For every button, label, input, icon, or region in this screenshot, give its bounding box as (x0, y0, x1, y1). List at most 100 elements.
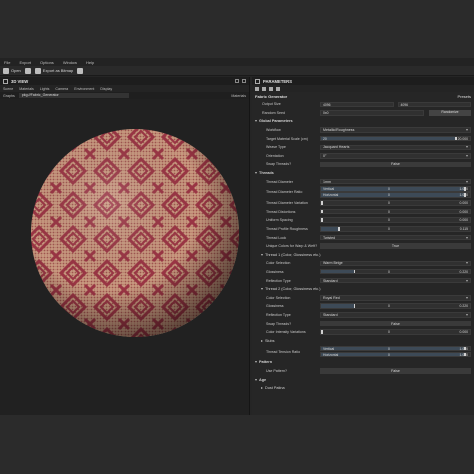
random-seed-row: Random Seed 0x0 Randomize (252, 109, 474, 118)
output-width-field[interactable]: 4096 (320, 101, 394, 108)
menu-export[interactable]: Export (19, 60, 31, 65)
chevron-down-icon (466, 154, 468, 157)
view-menu-scene[interactable]: Scene (3, 87, 13, 91)
tms-row: Target Material Scale (cm) 20 20.000 (252, 134, 474, 143)
lock-icon[interactable] (262, 86, 266, 91)
copy-icon[interactable] (269, 86, 273, 91)
thread-diameter-select[interactable]: 1mm (320, 178, 471, 185)
randomize-button[interactable]: Randomize (429, 110, 471, 116)
graph-select[interactable]: pkg://Fabric_Generator (18, 93, 129, 98)
t2-gloss-value: 0.220 (459, 304, 469, 309)
reset-icon[interactable] (255, 86, 259, 91)
view-menu-display[interactable]: Display (100, 87, 112, 91)
t2-gloss-row: Glossiness 0 0.220 (252, 302, 474, 311)
thread-distortions-slider[interactable]: 0 0.000 (320, 208, 471, 215)
open-label: Open (11, 68, 21, 73)
profile-roughness-slider[interactable]: 0 0.115 (320, 226, 471, 232)
diameter-variation-min: 0 (388, 201, 390, 206)
tms-slider[interactable]: 20 20.000 (320, 135, 471, 142)
t2-refl-select[interactable]: Standard (320, 312, 471, 318)
civ-label: Color Intensity Variations (266, 330, 306, 335)
export-button[interactable]: Export as Bitmap (34, 67, 73, 74)
age-section[interactable]: Age (252, 375, 474, 384)
pattern-section[interactable]: Pattern (252, 358, 474, 367)
profile-roughness-row: Thread Profile Roughness 0 0.115 (252, 225, 474, 234)
chevron-down-icon (466, 180, 468, 183)
3d-view-panel: 3D VIEW Scene Materials Lights Camera En… (0, 77, 250, 415)
civ-min: 0 (388, 330, 390, 335)
use-pattern-toggle[interactable]: False (320, 368, 471, 374)
tension-horizontal-slider[interactable]: Horizontal 0 1.000 (320, 351, 471, 358)
orientation-select[interactable]: 0° (320, 153, 471, 159)
t1-refl-value: Standard (323, 278, 338, 283)
uniform-spacing-slider[interactable]: 0 0.000 (320, 217, 471, 223)
swap-threads-toggle[interactable]: False (320, 161, 471, 168)
view-menu-lights[interactable]: Lights (40, 87, 50, 91)
random-seed-field[interactable]: 0x0 (320, 110, 424, 116)
t2-color-select[interactable]: Royal Red (320, 295, 471, 301)
menu-window[interactable]: Window (63, 60, 77, 65)
open-button[interactable]: Open (3, 67, 21, 74)
thread-distortions-label: Thread Distortions (266, 209, 296, 214)
global-parameters-section[interactable]: Global Parameters (252, 117, 474, 126)
uniform-spacing-min: 0 (388, 218, 390, 223)
diameter-ratio-label: Thread Diameter Ratio (266, 190, 303, 195)
paste-icon[interactable] (276, 86, 280, 91)
tension-vertical-slider[interactable]: Vertical 0 1.000 (320, 345, 471, 352)
thread2-section[interactable]: Thread 2 (Color, Glossiness etc.) (252, 285, 474, 294)
thread-distortions-value: 0.000 (459, 209, 469, 214)
menu-options[interactable]: Options (40, 60, 54, 65)
t2-swap-label: Swap Threads? (266, 321, 292, 326)
view-menu-camera[interactable]: Camera (55, 87, 68, 91)
maximize-icon[interactable] (235, 79, 239, 83)
diameter-variation-slider[interactable]: 0 0.000 (320, 200, 471, 206)
civ-row: Color Intensity Variations 0 0.000 (252, 328, 474, 337)
fabric-sphere[interactable] (22, 120, 248, 346)
weave-select[interactable]: Jacquard Hearts (320, 144, 471, 151)
reload-button[interactable] (24, 67, 31, 74)
presets-button[interactable]: Presets (457, 94, 471, 99)
uniform-spacing-label: Uniform Spacing (266, 218, 293, 223)
thread-look-select[interactable]: Twisted (320, 234, 471, 241)
t1-refl-select[interactable]: Standard (320, 277, 471, 284)
chevron-down-icon (466, 279, 468, 282)
chevron-down-icon (466, 262, 468, 265)
settings-button[interactable] (77, 67, 84, 74)
t2-refl-row: Reflection Type Standard (252, 311, 474, 320)
t1-gloss-row: Glossiness 0 0.220 (252, 268, 474, 277)
threads-section[interactable]: Threads (252, 169, 474, 178)
chevron-down-icon (466, 296, 468, 299)
chevron-down-icon (255, 172, 257, 175)
t2-gloss-slider[interactable]: 0 0.220 (320, 303, 471, 309)
diameter-ratio-row: Thread Diameter Ratio Vertical 0 1.000 Hor… (252, 186, 474, 199)
3d-view-title: 3D VIEW (11, 78, 29, 84)
t1-color-select[interactable]: Warm Beige (320, 260, 471, 267)
sliders-icon (255, 78, 260, 84)
view-menu-environment[interactable]: Environment (74, 87, 94, 91)
ratio-horizontal-slider[interactable]: Horizontal 0 1.000 (320, 192, 471, 198)
materials-label[interactable]: Materials (231, 94, 246, 98)
workflow-label: Workflow (266, 128, 281, 133)
t2-swap-toggle[interactable]: False (320, 320, 471, 327)
t1-gloss-slider[interactable]: 0 0.220 (320, 268, 471, 275)
graphs-label: Graphs (3, 93, 15, 98)
workflow-select[interactable]: Metallic/Roughness (320, 127, 471, 133)
uniform-spacing-value: 0.000 (459, 218, 469, 223)
close-icon[interactable] (242, 79, 246, 83)
unique-colors-toggle[interactable]: True (320, 243, 471, 249)
cube-icon (3, 78, 8, 84)
output-height-field[interactable]: 4096 (397, 101, 471, 108)
chevron-right-icon (261, 387, 263, 390)
t1-gloss-min: 0 (388, 269, 390, 274)
slubs-section[interactable]: Slubs (252, 336, 474, 345)
thread1-section[interactable]: Thread 1 (Color, Glossiness etc.) (252, 251, 474, 260)
thread-distortions-row: Thread Distortions 0 0.000 (252, 208, 474, 217)
chevron-down-icon (255, 378, 257, 381)
view-menu-materials[interactable]: Materials (19, 87, 34, 91)
menu-file[interactable]: File (4, 60, 10, 65)
horizontal-label: Horizontal (323, 352, 339, 357)
dust-patina-section[interactable]: Dust Patina (252, 384, 474, 393)
ratio-vertical-slider[interactable]: Vertical 0 1.000 (320, 186, 471, 192)
civ-slider[interactable]: 0 0.000 (320, 329, 471, 335)
menu-help[interactable]: Help (86, 60, 94, 65)
